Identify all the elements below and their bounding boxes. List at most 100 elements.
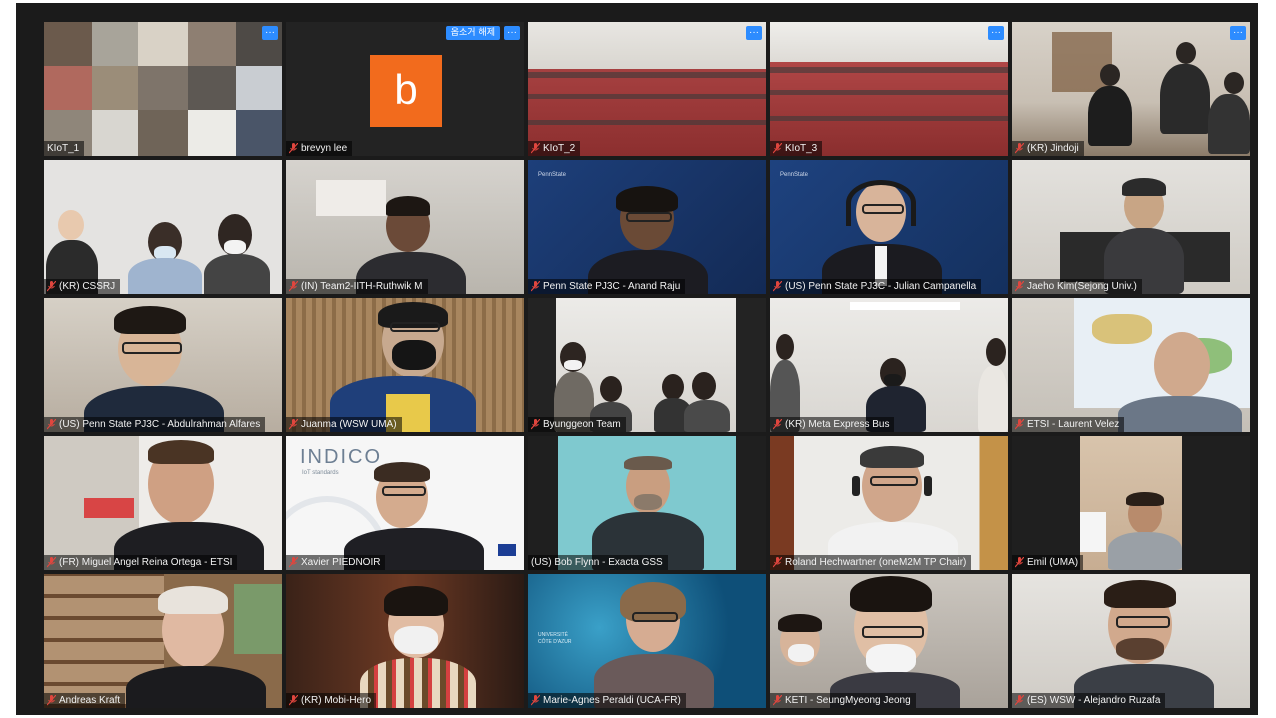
group-of-people	[770, 298, 1008, 432]
person-video: PennState	[770, 160, 1008, 294]
video-tile-julian-campanella[interactable]: PennState (US) Penn State PJ3C - Julian …	[770, 160, 1008, 294]
participant-name: KIoT_3	[785, 143, 818, 154]
video-tile-andreas-kraft[interactable]: Andreas Kraft	[44, 574, 282, 708]
muted-mic-icon	[47, 695, 56, 706]
video-tile-abdulrahman-alfares[interactable]: (US) Penn State PJ3C - Abdulrahman Alfar…	[44, 298, 282, 432]
participant-name: ETSI - Laurent Velez	[1027, 419, 1120, 430]
video-tile-miguel-angel[interactable]: (FR) Miguel Angel Reina Ortega - ETSI	[44, 436, 282, 570]
participant-name: Andreas Kraft	[59, 695, 121, 706]
participant-name-tag: KIoT_1	[44, 141, 85, 156]
muted-mic-icon	[773, 557, 782, 568]
indico-subtitle: IoT standards	[302, 470, 339, 476]
video-tile-jindoji[interactable]: ··· (KR) Jindoji	[1012, 22, 1250, 156]
unmute-all-button[interactable]: 옵소거 해제	[445, 26, 500, 40]
participant-name-tag: (FR) Miguel Angel Reina Ortega - ETSI	[44, 555, 238, 570]
participant-name-tag: (IN) Team2-IITH-Ruthwik M	[286, 279, 428, 294]
video-tile-byunggeon-team[interactable]: Byunggeon Team	[528, 298, 766, 432]
video-tile-juanma[interactable]: Juanma (WSW UMA)	[286, 298, 524, 432]
video-tile-alejandro-ruzafa[interactable]: (ES) WSW - Alejandro Ruzafa	[1012, 574, 1250, 708]
participant-name-tag: (KR) CSSRJ	[44, 279, 121, 294]
participant-name: Byunggeon Team	[543, 419, 621, 430]
participant-name: Roland Hechwartner (oneM2M TP Chair)	[785, 557, 967, 568]
participant-name-tag: KETI - SeungMyeong Jeong	[770, 693, 916, 708]
video-tile-bob-flynn[interactable]: (US) Bob Flynn - Exacta GSS	[528, 436, 766, 570]
participant-name: Penn State PJ3C - Anand Raju	[543, 281, 681, 292]
video-tile-emil[interactable]: Emil (UMA)	[1012, 436, 1250, 570]
participant-name: (KR) CSSRJ	[59, 281, 116, 292]
pennstate-logo-text: PennState	[538, 172, 567, 178]
participant-name-tag: Andreas Kraft	[44, 693, 126, 708]
participant-name-tag: Roland Hechwartner (oneM2M TP Chair)	[770, 555, 972, 570]
video-tile-brevyn-lee[interactable]: b 옵소거 해제 ··· brevyn lee	[286, 22, 524, 156]
video-tile-kiot-2[interactable]: ··· KIoT_2	[528, 22, 766, 156]
participant-name-tag: Marie-Agnes Peraldi (UCA-FR)	[528, 693, 686, 708]
university-logo-text: UNIVERSITÉ CÔTE D'AZUR	[538, 632, 572, 645]
more-options-button[interactable]: ···	[262, 26, 278, 40]
person-video	[44, 298, 282, 432]
more-options-button[interactable]: ···	[988, 26, 1004, 40]
participant-name-tag: (ES) WSW - Alejandro Ruzafa	[1012, 693, 1166, 708]
participant-name: (KR) Meta Express Bus	[785, 419, 890, 430]
person-video: PennState	[528, 160, 766, 294]
participant-name-tag: Jaeho Kim(Sejong Univ.)	[1012, 279, 1142, 294]
person-video	[44, 574, 282, 708]
participant-name: Juanma (WSW UMA)	[301, 419, 397, 430]
participant-name: KIoT_1	[47, 143, 80, 154]
avatar: b	[370, 55, 442, 127]
pennstate-logo-text: PennState	[780, 172, 809, 178]
muted-mic-icon	[531, 419, 540, 430]
video-tile-roland-hechwartner[interactable]: Roland Hechwartner (oneM2M TP Chair)	[770, 436, 1008, 570]
room-with-people	[1012, 22, 1250, 156]
person-video	[44, 436, 282, 570]
group-of-people	[770, 574, 1008, 708]
person-video	[1012, 298, 1250, 432]
participant-name-tag: Byunggeon Team	[528, 417, 626, 432]
participant-name: (US) Bob Flynn - Exacta GSS	[531, 557, 663, 568]
participant-name-tag: (US) Bob Flynn - Exacta GSS	[528, 555, 668, 570]
participant-name: (KR) Mobi-Hero	[301, 695, 372, 706]
video-tile-marie-agnes-peraldi[interactable]: UNIVERSITÉ CÔTE D'AZUR Marie-Agnes Peral…	[528, 574, 766, 708]
gallery-grid: ··· KIoT_1 b 옵소거 해제 ··· brevyn lee ··· K…	[44, 22, 1250, 708]
person-video	[286, 574, 524, 708]
auditorium-seats	[528, 22, 766, 156]
video-tile-ruthwik[interactable]: (IN) Team2-IITH-Ruthwik M	[286, 160, 524, 294]
more-options-button[interactable]: ···	[504, 26, 520, 40]
participant-name: Jaeho Kim(Sejong Univ.)	[1027, 281, 1137, 292]
video-tile-xavier-piednoir[interactable]: INDICO IoT standards Xavier PIEDNOIR	[286, 436, 524, 570]
video-tile-kiot-1[interactable]: ··· KIoT_1	[44, 22, 282, 156]
muted-mic-icon	[773, 419, 782, 430]
more-options-button[interactable]: ···	[1230, 26, 1246, 40]
zoom-meeting-window: ··· KIoT_1 b 옵소거 해제 ··· brevyn lee ··· K…	[16, 3, 1258, 715]
muted-mic-icon	[531, 281, 540, 292]
video-tile-meta-express-bus[interactable]: (KR) Meta Express Bus	[770, 298, 1008, 432]
participant-name: Emil (UMA)	[1027, 557, 1079, 568]
person-video	[1012, 436, 1250, 570]
person-with-virtual-background: UNIVERSITÉ CÔTE D'AZUR	[528, 574, 766, 708]
video-tile-seungmyeong-jeong[interactable]: KETI - SeungMyeong Jeong	[770, 574, 1008, 708]
group-of-people	[44, 160, 282, 294]
auditorium-seats	[770, 22, 1008, 156]
person-video	[770, 436, 1008, 570]
participant-name-tag: Xavier PIEDNOIR	[286, 555, 386, 570]
more-options-button[interactable]: ···	[746, 26, 762, 40]
muted-mic-icon	[289, 557, 298, 568]
participant-name-tag: brevyn lee	[286, 141, 353, 156]
video-tile-cssrj[interactable]: (KR) CSSRJ	[44, 160, 282, 294]
participant-name-tag: (KR) Mobi-Hero	[286, 693, 377, 708]
muted-mic-icon	[1015, 281, 1024, 292]
person-video	[1012, 160, 1250, 294]
video-tile-laurent-velez[interactable]: ETSI - Laurent Velez	[1012, 298, 1250, 432]
person-video	[286, 298, 524, 432]
person-video	[286, 160, 524, 294]
video-tile-anand-raju[interactable]: PennState Penn State PJ3C - Anand Raju	[528, 160, 766, 294]
video-tile-mobi-hero[interactable]: (KR) Mobi-Hero	[286, 574, 524, 708]
participant-name-tag: (KR) Jindoji	[1012, 141, 1084, 156]
muted-mic-icon	[773, 695, 782, 706]
participant-name-tag: (US) Penn State PJ3C - Julian Campanella	[770, 279, 982, 294]
muted-mic-icon	[47, 557, 56, 568]
group-of-people	[528, 298, 766, 432]
participant-name: KIoT_2	[543, 143, 576, 154]
video-tile-kiot-3[interactable]: ··· KIoT_3	[770, 22, 1008, 156]
participant-name: (ES) WSW - Alejandro Ruzafa	[1027, 695, 1161, 706]
video-tile-jaeho-kim[interactable]: Jaeho Kim(Sejong Univ.)	[1012, 160, 1250, 294]
